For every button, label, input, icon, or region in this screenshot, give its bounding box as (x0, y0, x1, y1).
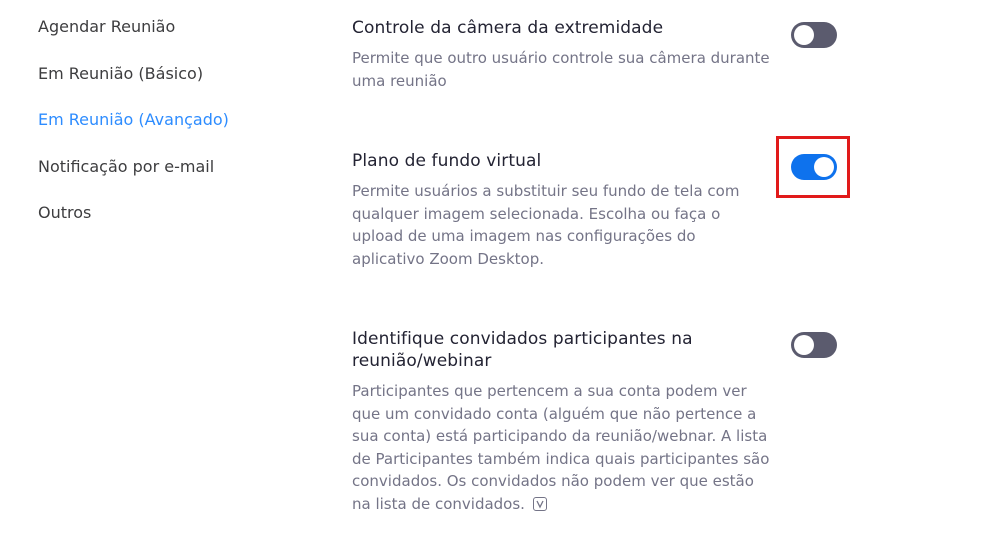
setting-description: Permite usuários a substituir seu fundo … (352, 182, 740, 268)
sidebar-item-outros[interactable]: Outros (38, 202, 298, 249)
info-v-icon[interactable] (532, 496, 547, 511)
setting-title: Controle da câmera da extremidade (352, 18, 664, 38)
setting-title: Plano de fundo virtual (352, 151, 542, 171)
setting-description: Participantes que pertencem a sua conta … (352, 380, 772, 515)
sidebar-item-em-reuniao-avancado[interactable]: Em Reunião (Avançado) (38, 109, 298, 156)
setting-far-end-camera-control: Controle da câmera da extremidade Permit… (352, 17, 852, 92)
sidebar-item-em-reuniao-basico[interactable]: Em Reunião (Básico) (38, 63, 298, 110)
setting-identify-guest-participants: Identifique convidados participantes na … (352, 328, 852, 515)
toggle-knob (794, 335, 814, 355)
sidebar-item-agendar-reuniao[interactable]: Agendar Reunião (38, 16, 298, 63)
settings-page: Agendar Reunião Em Reunião (Básico) Em R… (0, 0, 984, 542)
settings-sidebar: Agendar Reunião Em Reunião (Básico) Em R… (38, 16, 298, 249)
setting-description: Permite que outro usuário controle sua c… (352, 49, 770, 90)
setting-title: Identifique convidados participantes na … (352, 329, 693, 371)
toggle-knob (794, 25, 814, 45)
highlight-box (776, 136, 850, 198)
identify-guest-participants-toggle[interactable] (791, 332, 837, 358)
sidebar-item-notificacao-email[interactable]: Notificação por e-mail (38, 156, 298, 203)
far-end-camera-control-toggle[interactable] (791, 22, 837, 48)
setting-description-text: Participantes que pertencem a sua conta … (352, 382, 770, 513)
